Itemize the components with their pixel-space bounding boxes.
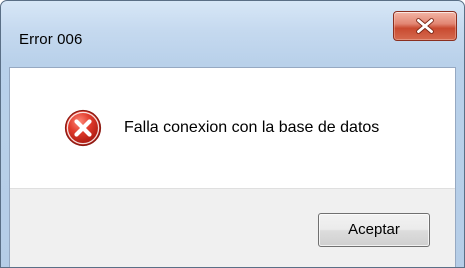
title-bar[interactable]: Error 006 bbox=[1, 1, 464, 57]
message-area: Falla conexion con la base de datos bbox=[10, 68, 455, 188]
button-bar: Aceptar bbox=[10, 188, 455, 267]
close-icon bbox=[416, 18, 434, 34]
error-icon bbox=[64, 109, 102, 147]
ok-button[interactable]: Aceptar bbox=[318, 213, 430, 247]
close-button[interactable] bbox=[393, 11, 457, 41]
dialog-body: Falla conexion con la base de datos Acep… bbox=[9, 67, 456, 267]
error-dialog-window: Error 006 Falla conexion con la base de … bbox=[0, 0, 465, 268]
error-message: Falla conexion con la base de datos bbox=[124, 119, 380, 136]
window-title: Error 006 bbox=[19, 31, 83, 48]
